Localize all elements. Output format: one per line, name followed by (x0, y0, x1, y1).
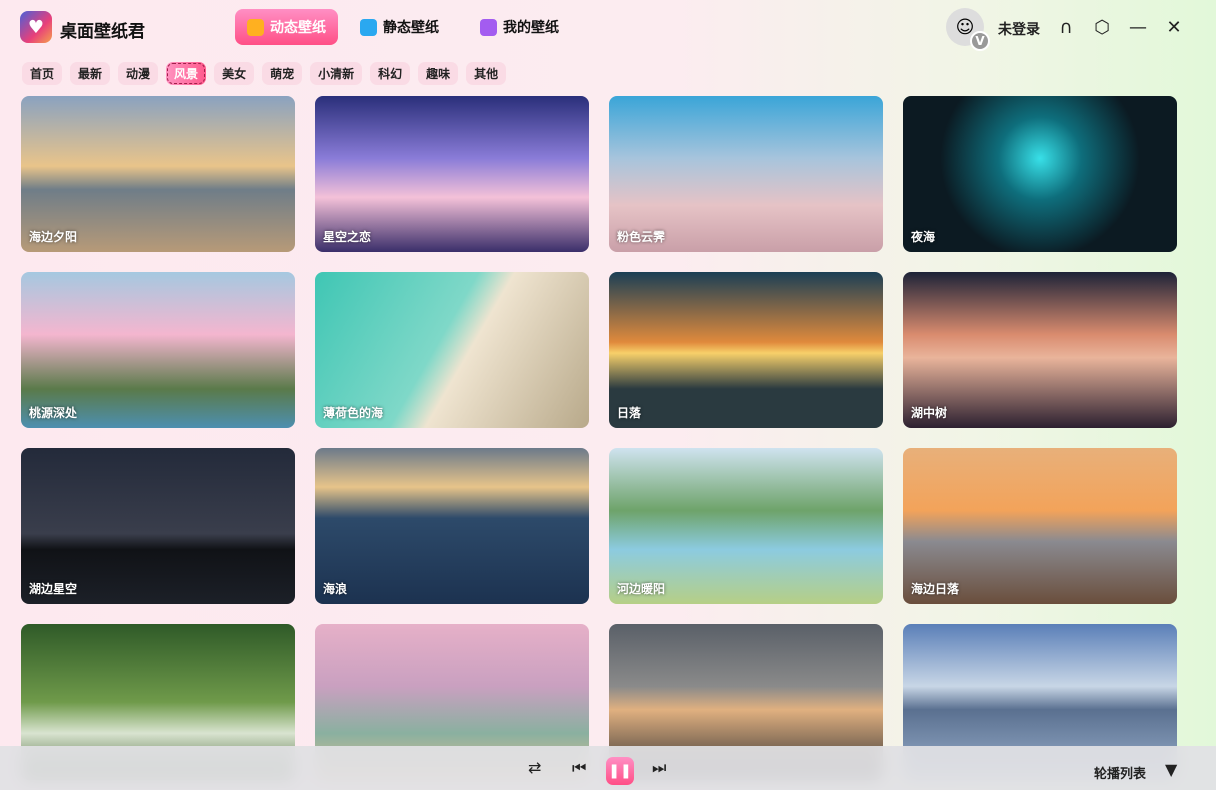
vip-badge: V (970, 31, 990, 51)
category-4[interactable]: 美女 (214, 62, 255, 85)
wallpaper-card[interactable]: 湖中树 (903, 272, 1177, 428)
category-0[interactable]: 首页 (22, 62, 63, 85)
tab-label: 静态壁纸 (383, 20, 439, 36)
next-icon[interactable]: ⏭ (652, 758, 666, 778)
chevron-down-icon[interactable]: ▼ (1165, 760, 1177, 779)
wallpaper-card[interactable]: 日落 (609, 272, 883, 428)
tab-my-wallpaper[interactable]: 我的壁纸 (468, 9, 571, 45)
app-title: 桌面壁纸君 (60, 22, 145, 42)
wallpaper-title: 日落 (617, 406, 642, 420)
wallpaper-title: 薄荷色的海 (323, 406, 384, 420)
category-9[interactable]: 其他 (466, 62, 507, 85)
minimize-icon[interactable]: — (1126, 15, 1150, 39)
wallpaper-title: 夜海 (911, 230, 936, 244)
category-7[interactable]: 科幻 (370, 62, 411, 85)
wallpaper-title: 桃源深处 (29, 406, 78, 420)
wallpaper-card[interactable]: 星空之恋 (315, 96, 589, 252)
wallpaper-title: 河边暖阳 (617, 582, 666, 596)
previous-icon[interactable]: ⏮ (572, 758, 586, 778)
wallpaper-title: 湖中树 (911, 406, 948, 420)
close-icon[interactable]: ✕ (1162, 15, 1186, 39)
tab-label: 动态壁纸 (270, 20, 326, 36)
wallpaper-card[interactable]: 湖边星空 (21, 448, 295, 604)
play-icon (247, 18, 264, 36)
category-8[interactable]: 趣味 (418, 62, 459, 85)
wallpaper-card[interactable]: 粉色云霁 (609, 96, 883, 252)
category-2[interactable]: 动漫 (118, 62, 159, 85)
wallpaper-title: 湖边星空 (29, 582, 78, 596)
wallpaper-card[interactable]: 薄荷色的海 (315, 272, 589, 428)
wallpaper-card[interactable]: 海边日落 (903, 448, 1177, 604)
headset-icon[interactable]: ∩ (1054, 15, 1078, 39)
tab-label: 我的壁纸 (503, 20, 559, 36)
category-6[interactable]: 小清新 (310, 62, 363, 85)
wallpaper-title: 粉色云霁 (617, 230, 666, 244)
tab-static-wallpaper[interactable]: 静态壁纸 (348, 9, 451, 45)
category-3[interactable]: 风景 (166, 62, 207, 85)
wallpaper-card[interactable]: 海边夕阳 (21, 96, 295, 252)
shuffle-icon[interactable]: ⇄ (528, 758, 541, 777)
settings-icon[interactable]: ⬡ (1090, 15, 1114, 39)
category-1[interactable]: 最新 (70, 62, 111, 85)
wallpaper-card[interactable]: 海浪 (315, 448, 589, 604)
tab-dynamic-wallpaper[interactable]: 动态壁纸 (235, 9, 338, 45)
wallpaper-card[interactable]: 河边暖阳 (609, 448, 883, 604)
category-bar: 首页 最新 动漫 风景 美女 萌宠 小清新 科幻 趣味 其他 (22, 62, 507, 85)
image-icon (360, 18, 377, 36)
login-link[interactable]: 未登录 (998, 19, 1040, 39)
wallpaper-title: 海边日落 (911, 582, 960, 596)
app-logo-icon: ♥ (20, 11, 52, 43)
wallpaper-card[interactable]: 夜海 (903, 96, 1177, 252)
wallpaper-title: 海边夕阳 (29, 230, 78, 244)
playlist-label[interactable]: 轮播列表 (1094, 763, 1146, 782)
title-bar: ♥ 桌面壁纸君 动态壁纸 静态壁纸 我的壁纸 ☺ V 未登录 ∩ ⬡ — ✕ (0, 0, 1216, 56)
wallpaper-title: 海浪 (323, 582, 348, 596)
category-5[interactable]: 萌宠 (262, 62, 303, 85)
wallpaper-card[interactable]: 桃源深处 (21, 272, 295, 428)
user-icon (480, 18, 497, 36)
wallpaper-title: 星空之恋 (323, 230, 372, 244)
pause-button[interactable]: ❚❚ (606, 757, 634, 785)
